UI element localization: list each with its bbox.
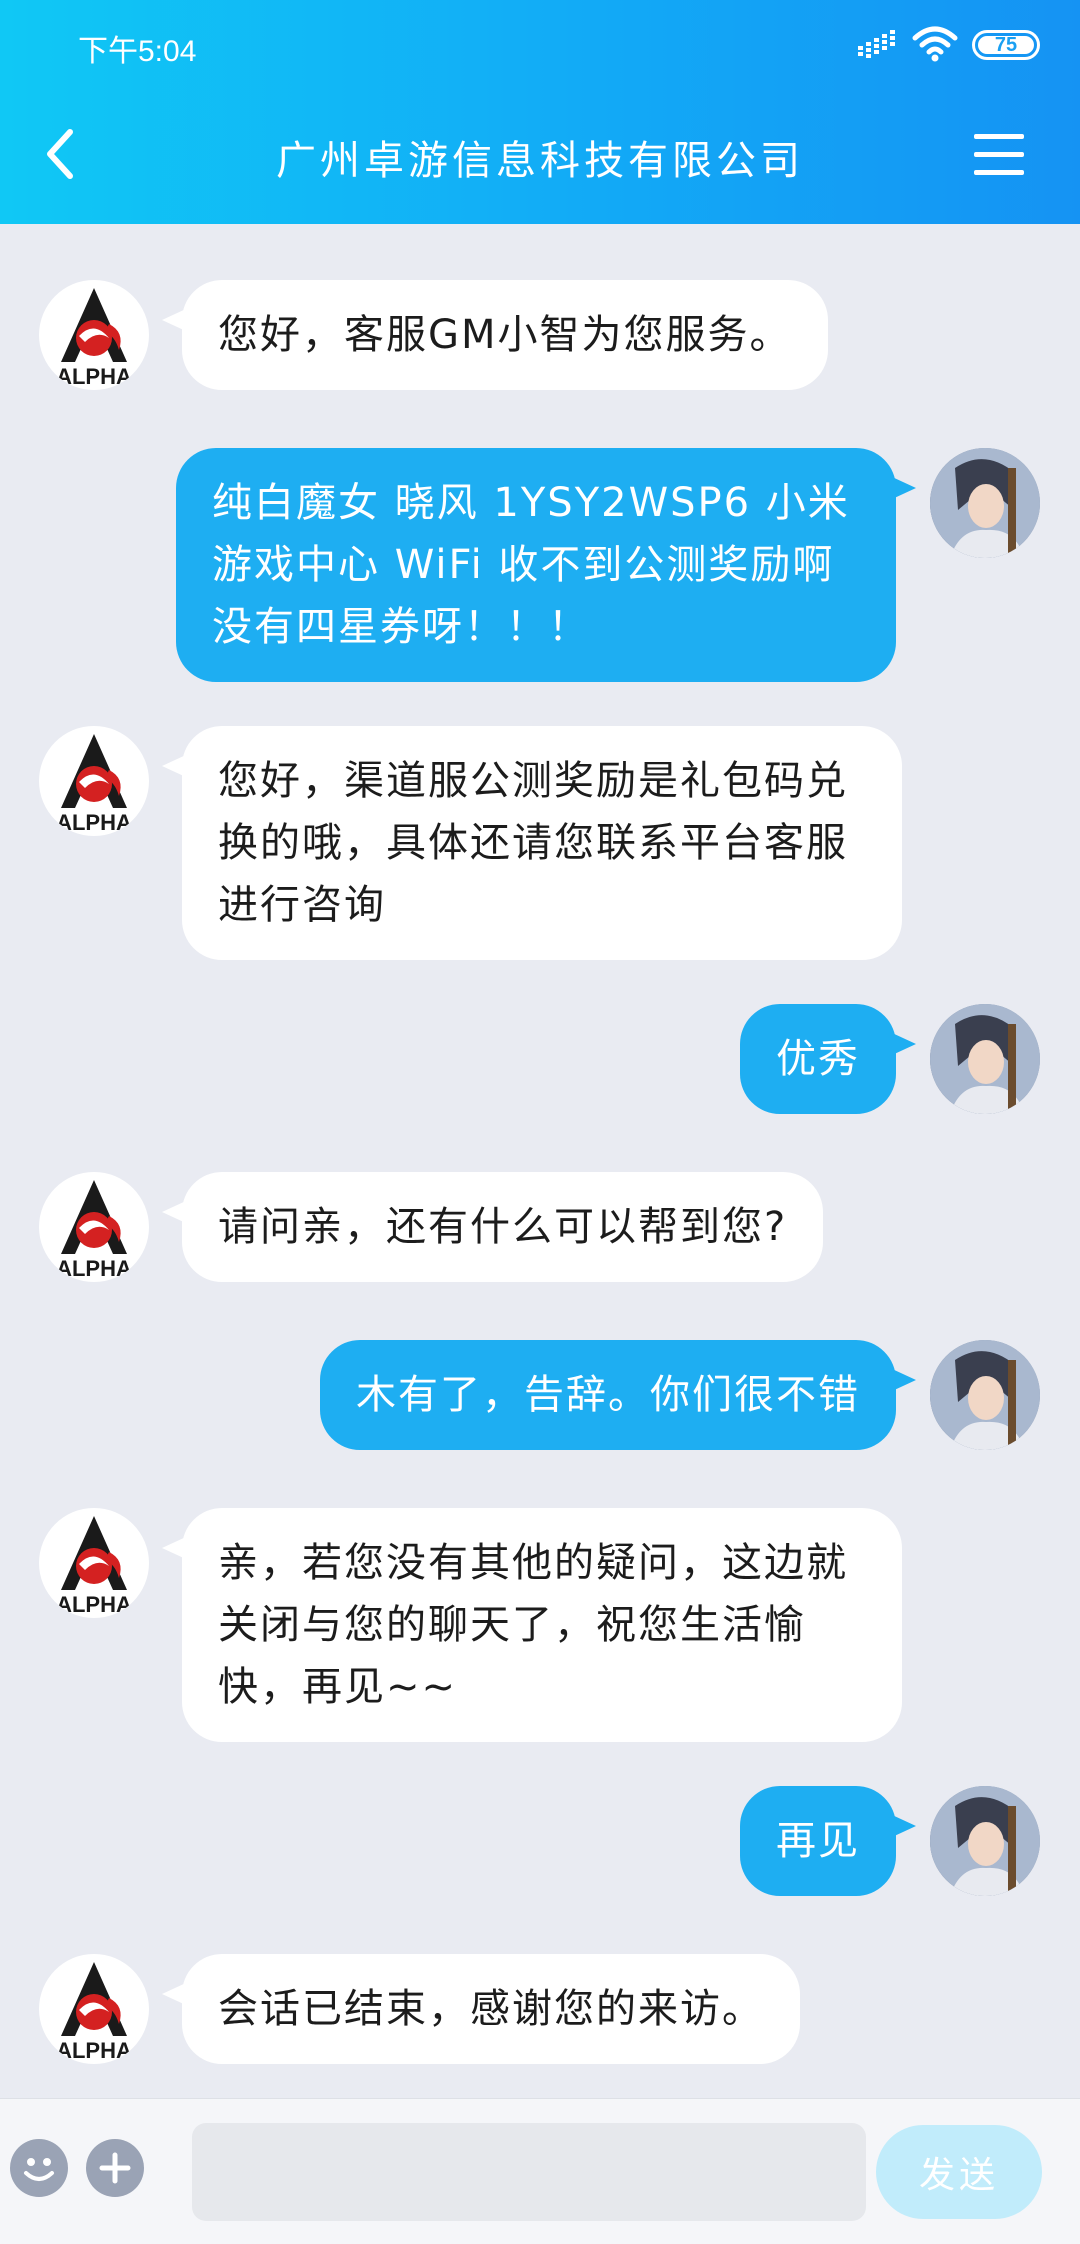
user-avatar-image <box>930 1786 1040 1896</box>
user-message-bubble[interactable]: 木有了，告辞。你们很不错 <box>320 1340 916 1450</box>
battery-level: 75 <box>994 33 1018 56</box>
battery-icon: 75 <box>972 30 1040 60</box>
alpha-logo-icon: ALPHA <box>56 734 132 835</box>
app-header: 下午5:04 75 广州卓游信息科技有限公司 <box>0 0 1080 224</box>
user-avatar[interactable] <box>930 1786 1040 1896</box>
user-avatar-image <box>930 1340 1040 1450</box>
cs-message-bubble[interactable]: 请问亲，还有什么可以帮到您? <box>161 1172 824 1282</box>
user-avatar[interactable] <box>930 448 1040 558</box>
user-message-bubble[interactable]: 再见 <box>740 1786 916 1896</box>
svg-text:ALPHA: ALPHA <box>56 1256 132 1281</box>
user-avatar-image <box>930 448 1040 558</box>
chat-message-list[interactable]: ALPHA 您好，客服GM小智为您服务。 纯白魔女 晓风 1YSY2WSP6 小… <box>0 224 1080 2098</box>
cs-avatar[interactable]: ALPHA <box>39 1954 149 2064</box>
status-time: 下午5:04 <box>78 35 197 68</box>
page-title: 广州卓游信息科技有限公司 <box>276 138 804 184</box>
cs-message-bubble[interactable]: 您好，渠道服公测奖励是礼包码兑换的哦，具体还请您联系平台客服进行咨询 <box>162 726 902 960</box>
input-bar: 发送 <box>0 2098 1080 2244</box>
user-message-bubble[interactable]: 纯白魔女 晓风 1YSY2WSP6 小米游戏中心 WiFi 收不到公测奖励啊 没… <box>176 448 916 682</box>
alpha-logo-icon: ALPHA <box>56 1180 132 1281</box>
alpha-logo-icon: ALPHA <box>56 1962 132 2063</box>
cs-avatar[interactable]: ALPHA <box>39 1172 149 1282</box>
menu-button[interactable] <box>974 130 1028 180</box>
alpha-logo-icon: ALPHA <box>56 288 132 389</box>
cs-avatar[interactable]: ALPHA <box>39 726 149 836</box>
cs-avatar[interactable]: ALPHA <box>39 280 149 390</box>
svg-text:ALPHA: ALPHA <box>56 364 132 389</box>
user-avatar-image <box>930 1004 1040 1114</box>
cs-message-bubble[interactable]: 会话已结束，感谢您的来访。 <box>162 1954 800 2064</box>
emoji-button[interactable] <box>10 2139 68 2197</box>
message-input[interactable] <box>192 2123 866 2221</box>
send-button[interactable]: 发送 <box>876 2125 1042 2219</box>
cs-message-bubble[interactable]: 亲，若您没有其他的疑问，这边就关闭与您的聊天了，祝您生活愉快，再见~~ <box>162 1508 902 1742</box>
back-button[interactable] <box>38 124 88 184</box>
alpha-logo-icon: ALPHA <box>56 1516 132 1617</box>
plus-icon <box>99 2152 131 2184</box>
smiley-icon <box>24 2158 54 2181</box>
chevron-left-icon <box>47 129 73 179</box>
status-bar: 下午5:04 75 <box>0 0 1080 90</box>
cs-message-bubble[interactable]: 您好，客服GM小智为您服务。 <box>162 280 828 390</box>
wifi-icon <box>912 26 958 62</box>
svg-text:ALPHA: ALPHA <box>56 1592 132 1617</box>
signal-icon <box>858 30 895 58</box>
svg-text:ALPHA: ALPHA <box>56 810 132 835</box>
user-message-bubble[interactable]: 优秀 <box>740 1004 916 1114</box>
more-options-button[interactable] <box>86 2139 144 2197</box>
svg-text:ALPHA: ALPHA <box>56 2038 132 2063</box>
user-avatar[interactable] <box>930 1340 1040 1450</box>
user-avatar[interactable] <box>930 1004 1040 1114</box>
cs-avatar[interactable]: ALPHA <box>39 1508 149 1618</box>
nav-bar: 广州卓游信息科技有限公司 <box>0 110 1080 194</box>
